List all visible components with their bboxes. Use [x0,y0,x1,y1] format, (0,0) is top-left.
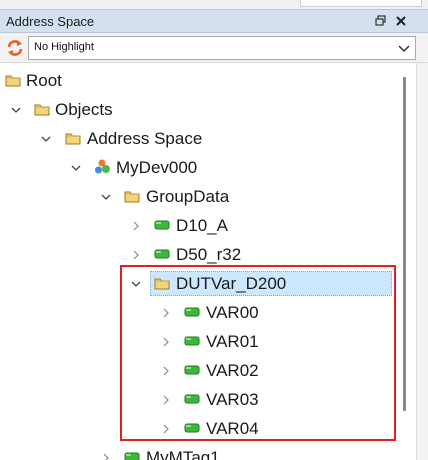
folder-icon [123,187,141,205]
folder-icon [4,71,22,89]
tree-node-label: D10_A [176,216,228,235]
tag-icon [153,245,171,263]
tree-node-label: MyMTag1 [146,448,220,460]
tree-node[interactable]: MyDev000 [0,153,400,182]
tree-node[interactable]: GroupData [0,182,400,211]
background-field [300,0,422,7]
highlight-select[interactable]: No Highlight [28,36,416,60]
background-window-strip [0,0,428,9]
chevron-right-icon[interactable] [100,451,112,460]
tree-node-label: Address Space [87,129,203,148]
panel-title: Address Space [6,14,95,29]
panel-right-edge [416,63,428,460]
tree-node-label: GroupData [146,187,230,206]
chevron-right-icon[interactable] [130,248,142,260]
folder-icon [64,129,82,147]
refresh-icon[interactable] [5,38,25,58]
tree-node-label: Root [26,71,62,90]
tree-node[interactable]: Objects [0,95,400,124]
tree-node-label: Objects [55,100,113,119]
device-icon [94,158,112,176]
tree-node-label: D50_r32 [176,245,242,264]
folder-icon [33,100,51,118]
chevron-down-icon[interactable] [40,132,52,144]
chevron-down-icon[interactable] [100,190,112,202]
float-window-icon[interactable] [374,13,388,29]
tree-node[interactable]: MyMTag1 [0,443,400,460]
highlight-select-value: No Highlight [34,41,94,53]
tree-node[interactable]: D10_A [0,211,400,240]
close-icon[interactable] [394,12,408,30]
address-space-tree: Root Objects Address Space MyDev000 GroupDat… [0,63,428,460]
highlight-toolbar: No Highlight [0,33,428,63]
panel-titlebar: Address Space [0,9,428,33]
scrollbar-thumb[interactable] [403,77,406,411]
tag-icon [153,216,171,234]
vertical-scrollbar[interactable] [401,63,409,460]
chevron-down-icon[interactable] [397,42,411,54]
chevron-right-icon[interactable] [130,219,142,231]
tree-node[interactable]: Address Space [0,124,400,153]
annotation-highlight-box [120,265,396,441]
tree-node[interactable]: Root [0,66,400,95]
chevron-down-icon[interactable] [10,103,22,115]
chevron-down-icon[interactable] [70,161,82,173]
tag-icon [123,448,141,460]
tree-node-label: MyDev000 [116,158,198,177]
